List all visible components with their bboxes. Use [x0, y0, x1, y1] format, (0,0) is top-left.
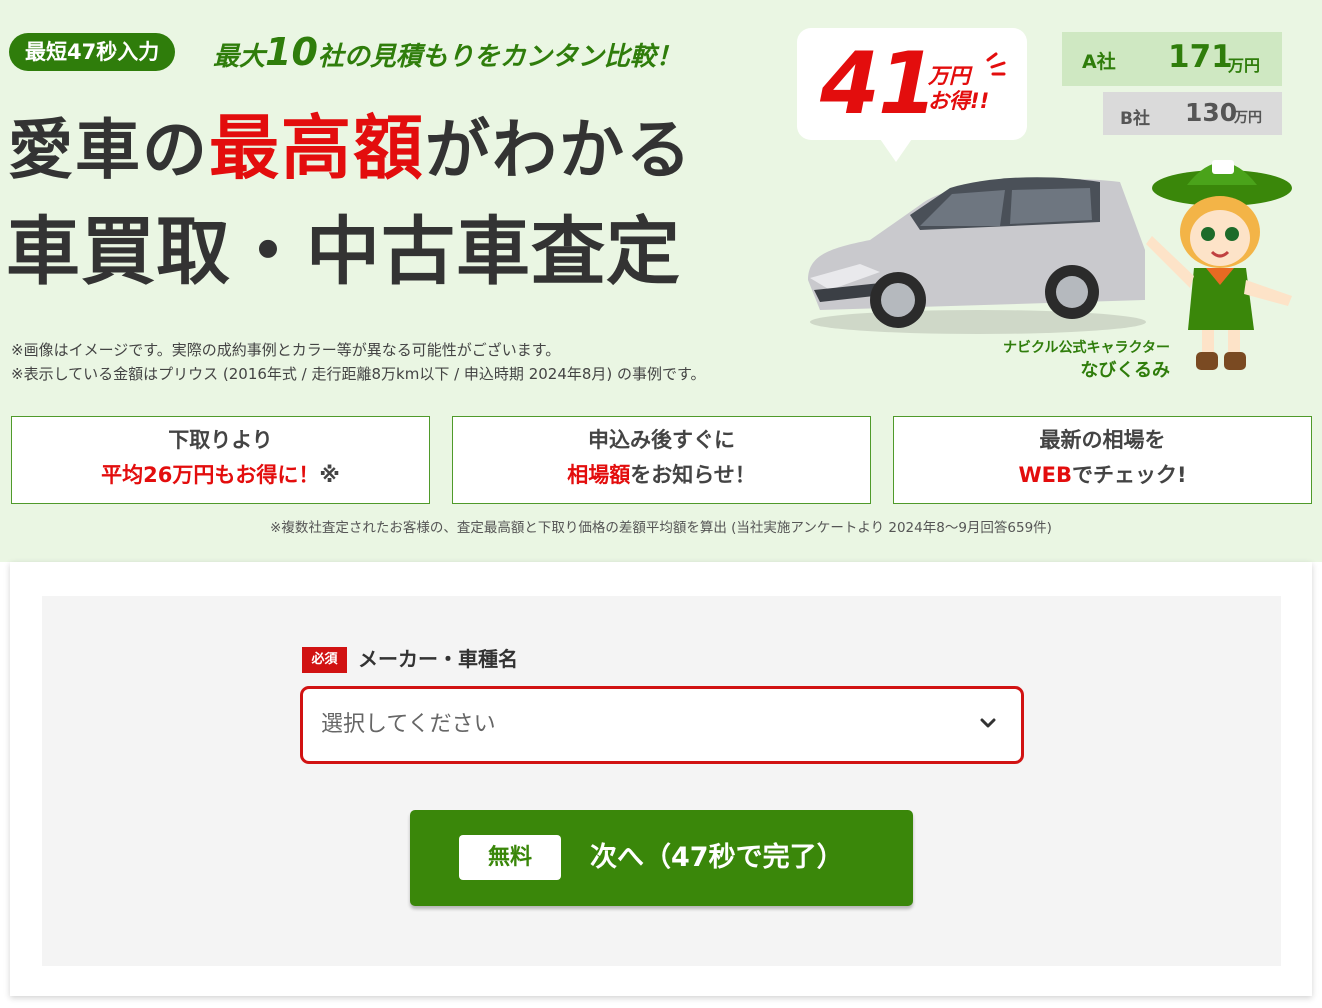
savings-unit-line2: お得!! — [928, 89, 990, 113]
tagline-number: 10 — [265, 30, 318, 74]
feature-line1: 下取りより — [168, 428, 273, 452]
form-panel — [42, 596, 1281, 966]
maker-model-label: メーカー・車種名 — [358, 647, 518, 671]
feature-rest: をお知らせ！ — [630, 463, 756, 487]
price-value: 171 — [1168, 39, 1233, 75]
savings-unit: 万円 お得!! — [928, 64, 989, 114]
feature-rest: でチェック! — [1071, 463, 1187, 487]
tagline-pre: 最大 — [213, 42, 266, 72]
tagline-post: 社の見積もりをカンタン比較！ — [317, 42, 682, 72]
hero-title-line2: 車買取・中古車査定 — [6, 209, 681, 295]
free-badge: 無料 — [459, 835, 561, 880]
title-highlight: 最高額 — [209, 107, 426, 189]
tagline: 最大10社の見積もりをカンタン比較！ — [213, 32, 682, 77]
next-button-label: 次へ（47秒で完了） — [590, 842, 844, 873]
maker-model-select[interactable]: 選択してください — [300, 686, 1024, 764]
feature-line2: 相場額をお知らせ！ — [453, 460, 870, 490]
image-disclaimer: ※画像はイメージです。実際の成約事例とカラー等が異なる可能性がございます。 ※表… — [11, 338, 706, 386]
emphasis-lines-icon — [986, 52, 1006, 76]
company-name: B社 — [1120, 109, 1150, 129]
mascot-caption: ナビクル公式キャラクター なびくるみ — [998, 338, 1170, 384]
car-image — [808, 177, 1146, 334]
bubble-tail — [878, 136, 914, 162]
hero-banner: 最短47秒入力 最大10社の見積もりをカンタン比較！ 愛車の最高額がわかる 車買… — [0, 0, 1322, 562]
hero-title-line1: 愛車の最高額がわかる — [8, 100, 693, 199]
chevron-down-icon — [980, 718, 996, 728]
price-value: 130 — [1185, 98, 1238, 127]
feature-rest: ※ — [319, 463, 340, 487]
mascot-name: なびくるみ — [1080, 360, 1170, 381]
price-company-a: A社 171 万円 — [1062, 32, 1282, 86]
feature-line2: 平均26万円もお得に！※ — [12, 460, 429, 490]
price-unit: 万円 — [1228, 56, 1261, 75]
input-time-pill: 最短47秒入力 — [9, 33, 176, 71]
mascot-caption-text: ナビクル公式キャラクター — [1002, 340, 1170, 356]
savings-amount: 41 — [820, 34, 938, 134]
feature-highlight: WEB — [1018, 463, 1072, 487]
feature-highlight: 平均26万円もお得に！ — [101, 463, 320, 487]
price-company-b: B社 130 万円 — [1103, 92, 1282, 135]
title-post: がわかる — [425, 113, 694, 188]
disclaimer-line: ※画像はイメージです。実際の成約事例とカラー等が異なる可能性がございます。 — [11, 341, 561, 359]
feature-box: 下取りより 平均26万円もお得に！※ — [11, 416, 430, 504]
company-name: A社 — [1082, 51, 1116, 73]
feature-line1: 申込み後すぐに — [588, 428, 735, 452]
title-pre: 愛車の — [8, 113, 210, 188]
survey-footnote: ※複数社査定されたお客様の、査定最高額と下取り価格の差額平均額を算出 (当社実施… — [270, 520, 1052, 536]
feature-box: 申込み後すぐに 相場額をお知らせ！ — [452, 416, 871, 504]
savings-unit-line1: 万円 — [928, 64, 970, 88]
feature-highlight: 相場額 — [567, 463, 631, 487]
disclaimer-line: ※表示している金額はプリウス (2016年式 / 走行距離8万km以下 / 申込… — [11, 365, 706, 383]
required-badge: 必須 — [302, 647, 347, 673]
feature-line2: WEBでチェック! — [894, 460, 1311, 490]
select-placeholder: 選択してください — [321, 712, 496, 737]
price-unit: 万円 — [1234, 110, 1262, 126]
next-button[interactable]: 無料 次へ（47秒で完了） — [410, 810, 913, 906]
feature-line1: 最新の相場を — [1039, 428, 1166, 452]
feature-box: 最新の相場を WEBでチェック! — [893, 416, 1312, 504]
